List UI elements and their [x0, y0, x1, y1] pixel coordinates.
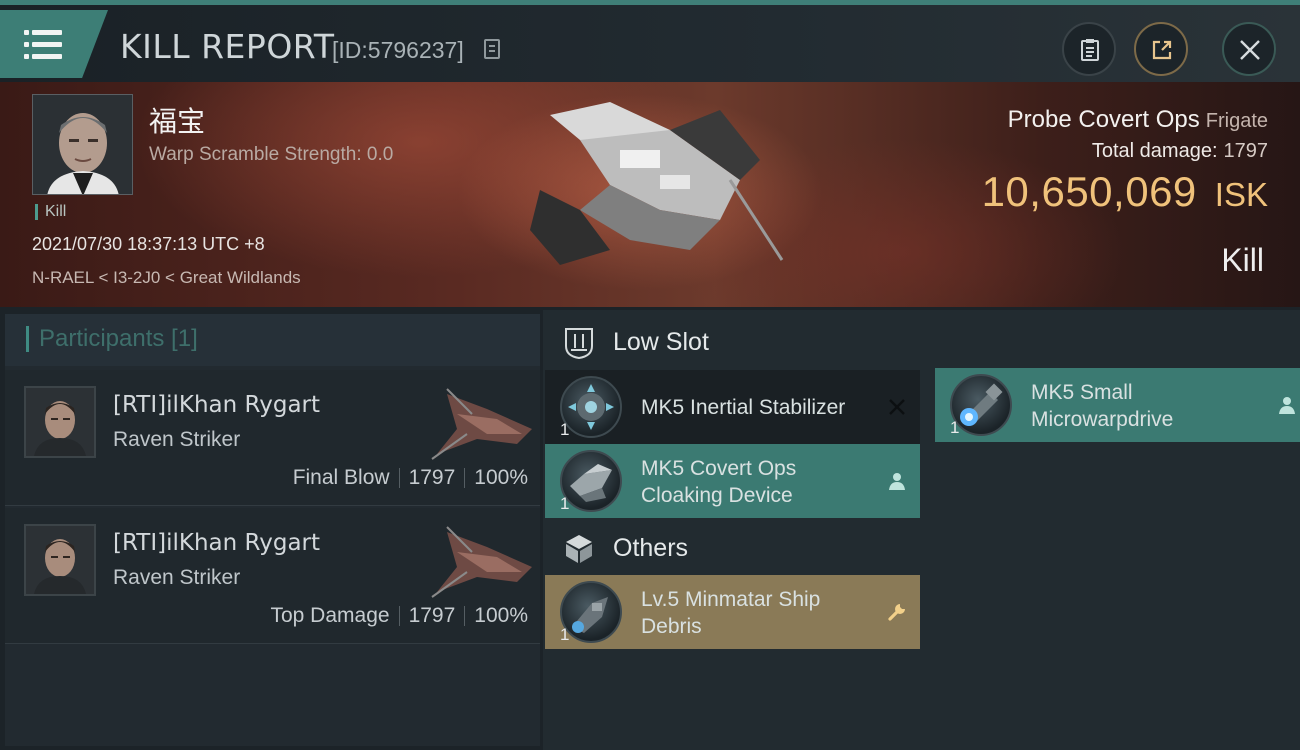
participant-card[interactable]: [RTI]ilKhan Rygart Raven Striker Final B…: [5, 370, 540, 506]
kill-location: N-RAEL < I3-2J0 < Great Wildlands: [32, 268, 301, 287]
isk-unit: ISK: [1214, 176, 1268, 213]
module-quantity: 1: [560, 494, 570, 513]
participant-ship: Raven Striker: [113, 566, 241, 589]
module-slot[interactable]: 1 MK5 Inertial Stabilizer: [545, 370, 920, 444]
module-quantity: 1: [560, 625, 570, 644]
module-name: MK5 Covert Ops Cloaking Device: [641, 455, 871, 509]
low-slot-section-header: Low Slot: [543, 316, 1300, 372]
module-name: Lv.5 Minmatar Ship Debris: [641, 586, 871, 640]
fitting-panel: Low Slot 1 MK5 Inertial Stabilizer 1 MK5…: [543, 310, 1300, 750]
hamburger-menu-icon[interactable]: [24, 30, 64, 60]
victim-ship-class: Frigate: [1205, 110, 1268, 132]
participant-role: Top Damage: [270, 604, 390, 627]
participant-stats: Final Blow 1797 100%: [293, 466, 528, 490]
module-name-line: MK5 Covert Ops: [641, 457, 797, 480]
isk-loss: 10,650,069 ISK: [982, 168, 1268, 216]
cargo-box-icon: [566, 535, 592, 563]
page-title: KILL REPORT: [120, 27, 335, 66]
stat-divider: [398, 606, 400, 627]
participant-stats: Top Damage 1797 100%: [270, 604, 528, 628]
destroyed-x-icon: [889, 399, 905, 415]
participants-header: Participants [1]: [5, 314, 540, 366]
clipboard-icon: [1081, 39, 1099, 61]
module-name: MK5 Inertial Stabilizer: [641, 396, 846, 419]
victim-ship-name: Probe Covert Ops: [1007, 106, 1200, 133]
stat-divider: [464, 468, 466, 489]
participant-damage: 1797: [408, 604, 456, 627]
share-button[interactable]: [1134, 22, 1188, 76]
module-slot[interactable]: 1 MK5 Small Microwarpdrive: [935, 368, 1300, 442]
wrench-icon: [888, 604, 905, 621]
total-damage: Total damage: 1797: [1092, 140, 1268, 163]
share-icon: [1152, 40, 1172, 60]
module-slot[interactable]: 1 Lv.5 Minmatar Ship Debris: [545, 575, 920, 649]
total-damage-label: Total damage:: [1091, 140, 1218, 162]
clipboard-button[interactable]: [1062, 22, 1116, 76]
others-section-header: Others: [543, 522, 1300, 578]
low-slot-label: Low Slot: [613, 328, 709, 356]
participants-panel: Participants [1] [RTI]ilKhan Rygart Rave…: [5, 314, 540, 746]
low-slot-icon: [565, 328, 593, 360]
participant-avatar[interactable]: [24, 524, 96, 596]
kill-datetime: 2021/07/30 18:37:13 UTC +8: [32, 234, 265, 254]
pilot-avatar-icon: [26, 388, 94, 456]
kill-tag: Kill: [35, 204, 66, 220]
victim-ship-image: [530, 102, 784, 265]
module-name-line: Debris: [641, 615, 702, 638]
copy-icon[interactable]: [484, 39, 500, 59]
others-label: Others: [613, 534, 689, 562]
warp-scramble-strength: Warp Scramble Strength: 0.0: [149, 144, 394, 165]
pilot-avatar-icon: [26, 526, 94, 594]
isk-value: 10,650,069: [981, 168, 1197, 215]
header-bar: KILL REPORT [ID:5796237]: [0, 0, 1300, 82]
module-name: MK5 Small Microwarpdrive: [1031, 379, 1261, 433]
menu-button[interactable]: [0, 10, 108, 78]
module-name-line: Microwarpdrive: [1031, 408, 1174, 431]
participant-avatar[interactable]: [24, 386, 96, 458]
participant-role: Final Blow: [292, 466, 390, 489]
participant-name: [RTI]ilKhan Rygart: [113, 392, 321, 418]
module-name-line: Lv.5 Minmatar Ship: [641, 588, 821, 611]
victim-portrait[interactable]: [32, 94, 133, 195]
participant-percent: 100%: [474, 466, 528, 489]
close-button[interactable]: [1222, 22, 1276, 76]
stat-divider: [398, 468, 400, 489]
module-slot[interactable]: 1 MK5 Covert Ops Cloaking Device: [545, 444, 920, 518]
total-damage-value: 1797: [1223, 140, 1269, 162]
participant-name: [RTI]ilKhan Rygart: [113, 530, 321, 556]
victim-name: 福宝: [149, 105, 206, 138]
module-quantity: 1: [950, 418, 960, 437]
report-id: [ID:5796237]: [332, 37, 464, 63]
participant-ship-image: [431, 526, 532, 598]
kill-result: Kill: [1221, 242, 1264, 278]
participants-title: Participants [1]: [26, 326, 198, 352]
victim-banner: 福宝 Warp Scramble Strength: 0.0 Kill 2021…: [0, 82, 1300, 307]
participant-ship-image: [431, 388, 532, 460]
module-quantity: 1: [560, 420, 570, 439]
close-icon: [1240, 40, 1260, 60]
victim-ship-line: Probe Covert Ops Frigate: [1008, 106, 1268, 134]
module-name-line: MK5 Small: [1031, 381, 1133, 404]
dropped-person-icon: [889, 473, 905, 490]
dropped-person-icon: [1279, 397, 1295, 414]
pilot-avatar-icon: [33, 95, 132, 194]
participant-ship: Raven Striker: [113, 428, 241, 451]
participant-percent: 100%: [474, 604, 528, 627]
participant-card[interactable]: [RTI]ilKhan Rygart Raven Striker Top Dam…: [5, 508, 540, 644]
participant-damage: 1797: [408, 466, 456, 489]
module-name-line: Cloaking Device: [641, 484, 793, 507]
stat-divider: [464, 606, 466, 627]
